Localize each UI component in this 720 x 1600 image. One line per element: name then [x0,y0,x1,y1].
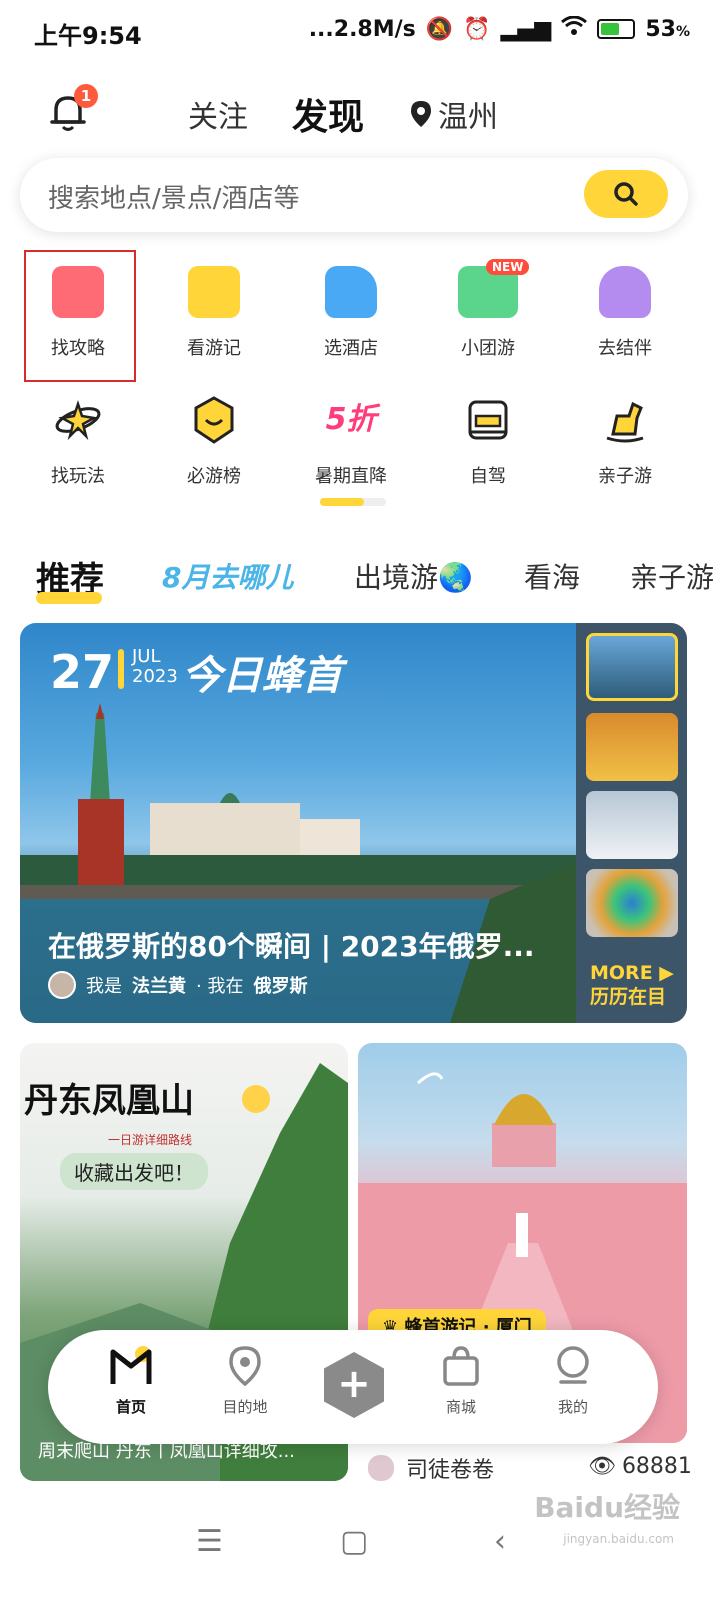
shortcut-label: 看游记 [187,338,241,359]
shortcut-hotels[interactable]: 选酒店 [283,266,419,386]
featured-author[interactable]: 我是 法兰黄 · 我在 俄罗斯 [48,971,307,999]
card-title: 丹东凤凰山 [24,1081,194,1121]
date-divider [118,649,124,689]
notification-badge: 1 [74,84,98,108]
wifi-icon [561,15,588,42]
mute-icon: 🔕 [425,16,454,42]
search-button[interactable] [584,170,668,218]
shortcut-activities[interactable]: 找玩法 [10,394,146,514]
badge-icon [188,394,240,446]
category-tab-august[interactable]: 8月去哪儿 [162,556,293,596]
hotel-building-icon [325,266,377,318]
more-button[interactable]: MORE ▶ 历历在目 [590,961,674,1009]
category-tab-outbound[interactable]: 出境游🌏 [354,556,473,596]
watermark-url: jingyan.baidu.com [563,1532,674,1546]
new-badge: NEW [486,259,530,275]
featured-thumbnails: MORE ▶ 历历在目 [576,623,687,1023]
category-tab-sea[interactable]: 看海 [524,556,580,596]
featured-card[interactable]: 27 JUL 2023 今日蜂首 在俄罗斯的80个瞬间 | 2023年俄罗...… [20,623,687,1023]
card-views: 👁 68881 [588,1454,692,1479]
location-label: 温州 [438,100,498,135]
shortcut-summer-deals[interactable]: 5折 暑期直降 [283,394,419,514]
featured-day: 27 [50,645,115,699]
shortcut-label: 去结伴 [598,338,652,359]
battery-icon [597,19,636,39]
watermark: Baidu经验 [534,1491,680,1524]
card-tagline: 收藏出发吧！ [60,1153,208,1190]
search-placeholder: 搜索地点/景点/酒店等 [48,184,300,214]
menu-icon[interactable]: ☰ [196,1524,223,1559]
active-tab-underline [36,592,102,604]
shortcut-label: 选酒店 [324,338,378,359]
nav-mall[interactable]: 商城 [416,1344,506,1417]
add-post-button[interactable]: + [324,1352,384,1418]
nav-label: 我的 [557,1398,588,1416]
planet-icon [52,394,104,446]
featured-banner: 今日蜂首 [182,653,342,699]
author-name: 法兰黄 [132,976,186,997]
nav-label: 目的地 [222,1398,268,1416]
shortcut-label: 必游榜 [187,466,241,487]
home-icon [109,1344,153,1388]
search-bar[interactable]: 搜索地点/景点/酒店等 [20,158,688,232]
eye-icon: 👁 [588,1454,616,1479]
shopping-bag-icon [439,1344,483,1388]
battery-percent: 53% [645,16,690,42]
author-location: 俄罗斯 [253,976,308,997]
thumbnail-noodles[interactable] [586,713,678,781]
card-author[interactable]: 司徒卷卷 [366,1452,494,1484]
status-icons: ...2.8M/s 🔕 ⏰ ▂▄▆ 53% [308,15,690,42]
companions-icon [599,266,651,318]
thumbnail-hot-spring[interactable] [586,869,678,937]
nav-home[interactable]: 首页 [86,1344,176,1417]
status-bar: 上午9:54 ...2.8M/s 🔕 ⏰ ▂▄▆ 53% [0,0,720,64]
shortcut-travel-buddy[interactable]: 去结伴 [557,266,693,386]
shortcut-label: 小团游 [461,338,515,359]
shortcut-must-visit[interactable]: 必游榜 [146,394,282,514]
featured-month-year: JUL 2023 [132,646,178,687]
shortcut-label: 自驾 [470,466,506,487]
rocking-horse-icon [599,394,651,446]
featured-title[interactable]: 在俄罗斯的80个瞬间 | 2023年俄罗... [48,925,548,965]
location-selector[interactable]: 温州 [410,92,498,136]
avatar [366,1453,396,1483]
card-subtitle: 一日游详细路线 [108,1133,193,1147]
signal-icon: ▂▄▆ [500,16,552,42]
notebook-icon [188,266,240,318]
thumbnail-snow[interactable] [586,791,678,859]
page-indicator [320,498,386,506]
home-square-icon[interactable]: ▢ [340,1524,368,1559]
nav-profile[interactable]: 我的 [528,1344,618,1417]
avatar [48,971,76,999]
search-icon [614,182,638,206]
network-speed: ...2.8M/s [308,16,416,42]
discount-icon: 5折 [325,402,377,437]
nav-label: 首页 [115,1398,146,1416]
map-pin-icon [223,1344,267,1388]
back-icon[interactable]: ‹ [494,1524,506,1559]
shortcut-label: 暑期直降 [315,466,387,487]
shortcut-self-drive[interactable]: 自驾 [420,394,556,514]
nav-label: 商城 [445,1398,476,1416]
shortcut-group-tours[interactable]: 小团游 [420,266,556,386]
bottom-nav: 首页 目的地 + 商城 我的 [48,1330,658,1444]
status-time: 上午9:54 [34,22,142,50]
highlight-box [24,250,136,382]
location-pin-icon [411,101,431,127]
tab-follow[interactable]: 关注 [188,92,248,136]
shortcut-label: 找玩法 [51,466,105,487]
thumbnail-kremlin[interactable] [586,633,678,701]
shortcut-family[interactable]: 亲子游 [557,394,693,514]
shortcut-label: 亲子游 [598,466,652,487]
profile-icon [551,1344,595,1388]
alarm-icon: ⏰ [463,16,491,42]
shortcut-travel-notes[interactable]: 看游记 [146,266,282,386]
tab-discover[interactable]: 发现 [292,88,364,140]
nav-destination[interactable]: 目的地 [200,1344,290,1417]
car-icon [462,394,514,446]
category-tab-family[interactable]: 亲子游 [630,556,714,596]
globe-icon: 🌏 [438,561,473,594]
